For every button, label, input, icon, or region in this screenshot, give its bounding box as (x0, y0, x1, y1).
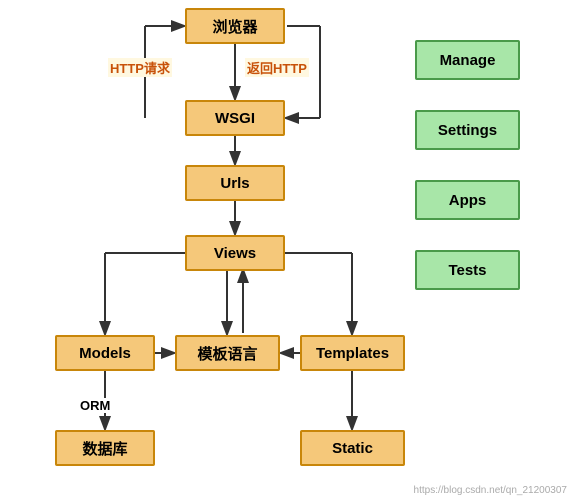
watermark: https://blog.csdn.net/qn_21200307 (414, 485, 567, 496)
return-http-label: 返回HTTP (245, 58, 309, 77)
orm-label: ORM (78, 398, 112, 413)
moban-box: 模板语言 (175, 335, 280, 371)
browser-box: 浏览器 (185, 8, 285, 44)
static-box: Static (300, 430, 405, 466)
database-box: 数据库 (55, 430, 155, 466)
templates-box: Templates (300, 335, 405, 371)
models-box: Models (55, 335, 155, 371)
wsgi-box: WSGI (185, 100, 285, 136)
settings-box: Settings (415, 110, 520, 150)
diagram-container: 浏览器 WSGI Urls Views Models Templates 模板语… (0, 0, 573, 500)
http-request-label: HTTP请求 (108, 58, 172, 77)
manage-box: Manage (415, 40, 520, 80)
tests-box: Tests (415, 250, 520, 290)
views-box: Views (185, 235, 285, 271)
urls-box: Urls (185, 165, 285, 201)
apps-box: Apps (415, 180, 520, 220)
